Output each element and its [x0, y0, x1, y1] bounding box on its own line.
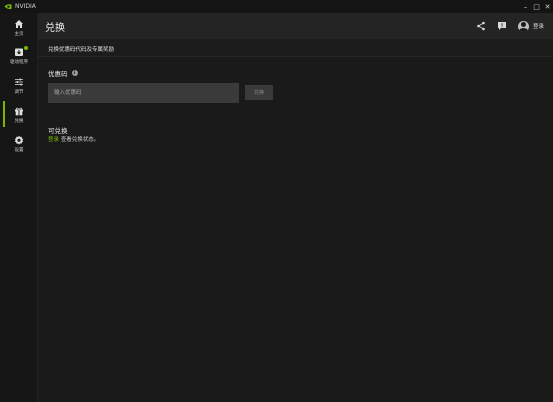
sidebar-item-label: 驱动程序 [10, 60, 28, 65]
sidebar-item-settings[interactable]: 设置 [0, 132, 38, 158]
login-hint: 登录 查看兑换状态。 [48, 135, 99, 143]
gift-icon [13, 105, 25, 117]
page-header: 兑换 登录 [38, 13, 553, 39]
gear-icon [13, 134, 25, 146]
sidebar-item-label: 主页 [14, 32, 24, 37]
sidebar-item-tuning[interactable]: 调节 [0, 74, 38, 100]
window-controls: – □ ✕ [520, 0, 553, 13]
sliders-icon [13, 76, 25, 88]
window-title: NVIDIA [15, 3, 36, 10]
promo-code-input[interactable] [48, 83, 239, 103]
sidebar-item-home[interactable]: 主页 [0, 16, 38, 42]
nvidia-logo-icon [4, 3, 12, 11]
sidebar-item-label: 设置 [14, 148, 24, 153]
feedback-icon[interactable] [496, 20, 508, 32]
login-hint-link[interactable]: 登录 [48, 137, 59, 143]
promo-section-title: 优惠码 i [48, 68, 78, 78]
sidebar: 主页 驱动程序 调节 兑换 设置 [0, 13, 38, 402]
redeem-content: 优惠码 i 兑换 可兑换 登录 查看兑换状态。 [38, 57, 553, 402]
sidebar-item-label: 兑换 [14, 119, 24, 124]
sidebar-item-label: 调节 [14, 90, 24, 95]
title-bar: NVIDIA – □ ✕ [0, 0, 553, 13]
page-title: 兑换 [45, 23, 65, 34]
info-icon[interactable]: i [71, 70, 78, 76]
update-badge [24, 46, 28, 50]
header-actions: 登录 [466, 13, 544, 39]
redeem-button[interactable]: 兑换 [245, 85, 273, 100]
minimize-button[interactable]: – [520, 0, 531, 13]
maximize-button[interactable]: □ [531, 0, 542, 13]
login-link[interactable]: 登录 [533, 22, 544, 30]
redeem-subheader: 兑换优惠码代码及专属奖励 [38, 39, 553, 57]
available-title: 可兑换 [48, 127, 68, 135]
share-icon[interactable] [475, 20, 487, 32]
login-hint-text: 查看兑换状态。 [59, 137, 100, 143]
sidebar-item-drivers[interactable]: 驱动程序 [0, 44, 38, 70]
promo-title-text: 优惠码 [48, 70, 68, 78]
sidebar-item-redeem[interactable]: 兑换 [0, 101, 38, 129]
close-button[interactable]: ✕ [542, 0, 553, 13]
subheader-text: 兑换优惠码代码及专属奖励 [48, 47, 115, 53]
home-icon [13, 18, 25, 30]
avatar[interactable] [517, 20, 529, 32]
